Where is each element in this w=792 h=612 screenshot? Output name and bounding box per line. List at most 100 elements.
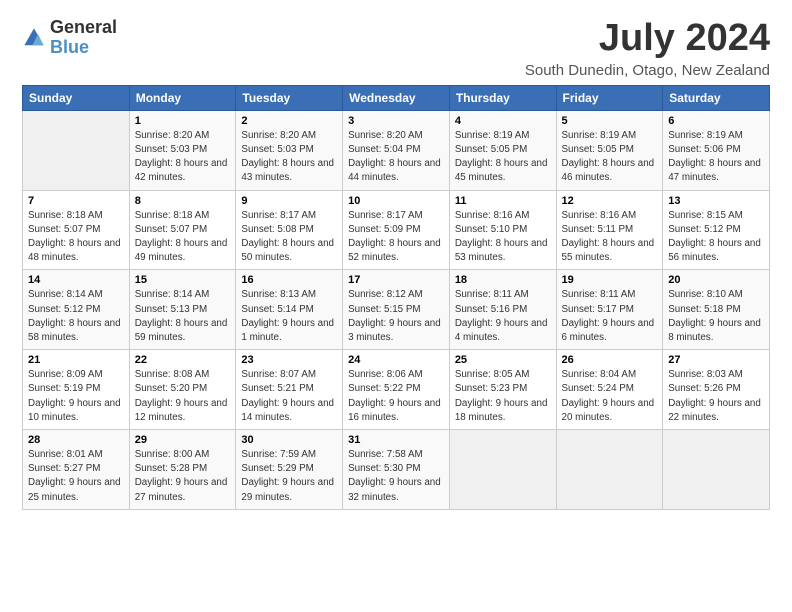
day-number: 24 (348, 354, 444, 366)
subtitle: South Dunedin, Otago, New Zealand (525, 62, 770, 79)
day-number: 17 (348, 274, 444, 286)
day-number: 1 (135, 115, 231, 127)
week-row-5: 28Sunrise: 8:01 AMSunset: 5:27 PMDayligh… (23, 430, 770, 510)
day-details: Sunrise: 8:11 AMSunset: 5:16 PMDaylight:… (455, 288, 551, 345)
calendar-cell: 31 Sunrise: 7:58 AMSunset: 5:30 PMDayligh… (343, 430, 450, 510)
logo-blue: Blue (50, 37, 89, 57)
day-details: Sunrise: 8:19 AMSunset: 5:06 PMDaylight:… (668, 129, 764, 186)
calendar-cell: 15 Sunrise: 8:14 AMSunset: 5:13 PMDayligh… (129, 270, 236, 350)
day-number: 23 (241, 354, 337, 366)
week-row-2: 7Sunrise: 8:18 AMSunset: 5:07 PMDaylight… (23, 190, 770, 270)
day-details: Sunrise: 8:12 AMSunset: 5:15 PMDaylight:… (348, 288, 444, 345)
logo-general: General (50, 17, 117, 37)
day-details: Sunrise: 8:17 AMSunset: 5:09 PMDaylight:… (348, 209, 444, 266)
calendar-cell: 30 Sunrise: 7:59 AMSunset: 5:29 PMDayligh… (236, 430, 343, 510)
calendar-cell: 21 Sunrise: 8:09 AMSunset: 5:19 PMDayligh… (23, 350, 130, 430)
day-number: 10 (348, 195, 444, 207)
day-details: Sunrise: 8:16 AMSunset: 5:10 PMDaylight:… (455, 209, 551, 266)
week-row-1: 1Sunrise: 8:20 AMSunset: 5:03 PMDaylight… (23, 110, 770, 190)
calendar-cell: 11 Sunrise: 8:16 AMSunset: 5:10 PMDayligh… (449, 190, 556, 270)
day-details: Sunrise: 8:01 AMSunset: 5:27 PMDaylight:… (28, 448, 124, 505)
logo: General Blue (22, 18, 117, 58)
calendar-table: SundayMondayTuesdayWednesdayThursdayFrid… (22, 85, 770, 510)
header-day-tuesday: Tuesday (236, 85, 343, 110)
day-details: Sunrise: 7:59 AMSunset: 5:29 PMDaylight:… (241, 448, 337, 505)
day-number: 16 (241, 274, 337, 286)
header-day-saturday: Saturday (663, 85, 770, 110)
day-details: Sunrise: 8:04 AMSunset: 5:24 PMDaylight:… (562, 368, 658, 425)
calendar-cell (663, 430, 770, 510)
header-day-thursday: Thursday (449, 85, 556, 110)
day-number: 22 (135, 354, 231, 366)
day-details: Sunrise: 8:05 AMSunset: 5:23 PMDaylight:… (455, 368, 551, 425)
calendar-cell: 25 Sunrise: 8:05 AMSunset: 5:23 PMDayligh… (449, 350, 556, 430)
header-day-wednesday: Wednesday (343, 85, 450, 110)
day-details: Sunrise: 8:00 AMSunset: 5:28 PMDaylight:… (135, 448, 231, 505)
title-area: July 2024 South Dunedin, Otago, New Zeal… (525, 18, 770, 79)
day-number: 25 (455, 354, 551, 366)
day-number: 30 (241, 434, 337, 446)
calendar-cell: 26Sunrise: 8:04 AMSunset: 5:24 PMDayligh… (556, 350, 663, 430)
header-day-sunday: Sunday (23, 85, 130, 110)
calendar-cell: 14 Sunrise: 8:14 AMSunset: 5:12 PMDayligh… (23, 270, 130, 350)
header-row: SundayMondayTuesdayWednesdayThursdayFrid… (23, 85, 770, 110)
day-details: Sunrise: 8:19 AMSunset: 5:05 PMDaylight:… (562, 129, 658, 186)
calendar-cell: 29 Sunrise: 8:00 AMSunset: 5:28 PMDayligh… (129, 430, 236, 510)
calendar-cell: 9Sunrise: 8:17 AMSunset: 5:08 PMDaylight… (236, 190, 343, 270)
day-number: 27 (668, 354, 764, 366)
calendar-cell: 12 Sunrise: 8:16 AMSunset: 5:11 PMDayligh… (556, 190, 663, 270)
day-details: Sunrise: 8:03 AMSunset: 5:26 PMDaylight:… (668, 368, 764, 425)
day-details: Sunrise: 8:14 AMSunset: 5:12 PMDaylight:… (28, 288, 124, 345)
day-number: 14 (28, 274, 124, 286)
calendar-cell: 10 Sunrise: 8:17 AMSunset: 5:09 PMDayligh… (343, 190, 450, 270)
day-details: Sunrise: 8:09 AMSunset: 5:19 PMDaylight:… (28, 368, 124, 425)
week-row-4: 21 Sunrise: 8:09 AMSunset: 5:19 PMDayligh… (23, 350, 770, 430)
calendar-cell: 17 Sunrise: 8:12 AMSunset: 5:15 PMDayligh… (343, 270, 450, 350)
day-number: 19 (562, 274, 658, 286)
logo-icon (22, 26, 46, 50)
day-number: 7 (28, 195, 124, 207)
day-number: 3 (348, 115, 444, 127)
calendar-cell: 27 Sunrise: 8:03 AMSunset: 5:26 PMDayligh… (663, 350, 770, 430)
day-details: Sunrise: 8:08 AMSunset: 5:20 PMDaylight:… (135, 368, 231, 425)
day-details: Sunrise: 8:20 AMSunset: 5:04 PMDaylight:… (348, 129, 444, 186)
calendar-cell: 2Sunrise: 8:20 AMSunset: 5:03 PMDaylight… (236, 110, 343, 190)
day-details: Sunrise: 8:10 AMSunset: 5:18 PMDaylight:… (668, 288, 764, 345)
calendar-cell: 1Sunrise: 8:20 AMSunset: 5:03 PMDaylight… (129, 110, 236, 190)
day-number: 5 (562, 115, 658, 127)
day-number: 13 (668, 195, 764, 207)
day-details: Sunrise: 8:14 AMSunset: 5:13 PMDaylight:… (135, 288, 231, 345)
calendar-cell: 20Sunrise: 8:10 AMSunset: 5:18 PMDayligh… (663, 270, 770, 350)
header-day-friday: Friday (556, 85, 663, 110)
calendar-cell: 7Sunrise: 8:18 AMSunset: 5:07 PMDaylight… (23, 190, 130, 270)
header-day-monday: Monday (129, 85, 236, 110)
day-number: 18 (455, 274, 551, 286)
day-number: 15 (135, 274, 231, 286)
calendar-cell: 22 Sunrise: 8:08 AMSunset: 5:20 PMDayligh… (129, 350, 236, 430)
day-details: Sunrise: 7:58 AMSunset: 5:30 PMDaylight:… (348, 448, 444, 505)
day-details: Sunrise: 8:17 AMSunset: 5:08 PMDaylight:… (241, 209, 337, 266)
day-details: Sunrise: 8:16 AMSunset: 5:11 PMDaylight:… (562, 209, 658, 266)
calendar-cell: 16Sunrise: 8:13 AMSunset: 5:14 PMDayligh… (236, 270, 343, 350)
day-number: 12 (562, 195, 658, 207)
calendar-cell (556, 430, 663, 510)
day-details: Sunrise: 8:06 AMSunset: 5:22 PMDaylight:… (348, 368, 444, 425)
day-details: Sunrise: 8:15 AMSunset: 5:12 PMDaylight:… (668, 209, 764, 266)
calendar-cell: 24 Sunrise: 8:06 AMSunset: 5:22 PMDayligh… (343, 350, 450, 430)
week-row-3: 14 Sunrise: 8:14 AMSunset: 5:12 PMDayligh… (23, 270, 770, 350)
day-number: 4 (455, 115, 551, 127)
header-area: General Blue July 2024 South Dunedin, Ot… (22, 18, 770, 79)
day-number: 6 (668, 115, 764, 127)
main-title: July 2024 (525, 18, 770, 60)
day-number: 21 (28, 354, 124, 366)
day-number: 8 (135, 195, 231, 207)
day-number: 29 (135, 434, 231, 446)
calendar-cell: 13 Sunrise: 8:15 AMSunset: 5:12 PMDayligh… (663, 190, 770, 270)
day-details: Sunrise: 8:19 AMSunset: 5:05 PMDaylight:… (455, 129, 551, 186)
day-number: 11 (455, 195, 551, 207)
day-number: 2 (241, 115, 337, 127)
page: General Blue July 2024 South Dunedin, Ot… (0, 0, 792, 520)
day-number: 31 (348, 434, 444, 446)
calendar-cell: 23 Sunrise: 8:07 AMSunset: 5:21 PMDayligh… (236, 350, 343, 430)
day-details: Sunrise: 8:07 AMSunset: 5:21 PMDaylight:… (241, 368, 337, 425)
